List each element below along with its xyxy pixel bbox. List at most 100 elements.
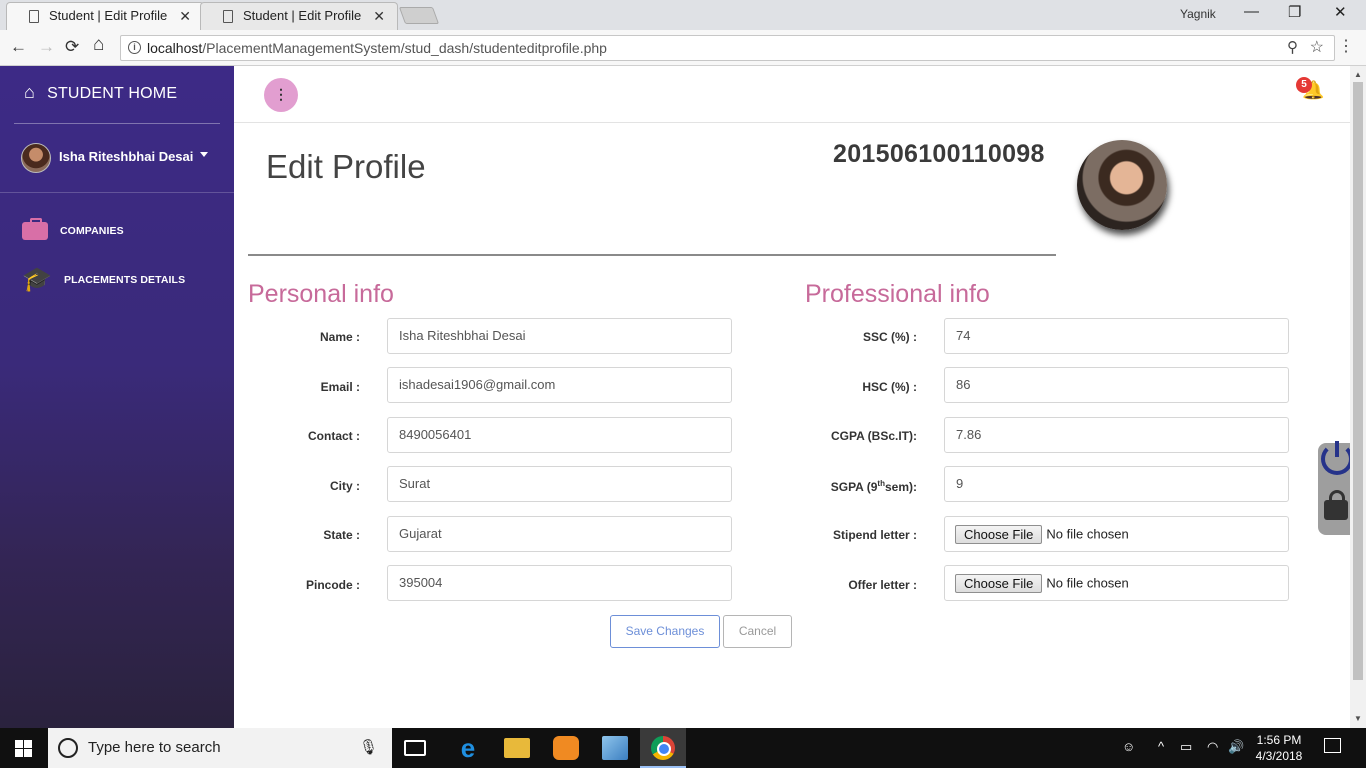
stipend-file-status: No file chosen bbox=[1046, 526, 1129, 542]
browser-tab-strip: Student | Edit Profile ✕ Student | Edit … bbox=[0, 0, 1366, 30]
clock-date: 4/3/2018 bbox=[1255, 749, 1303, 763]
tab-edit-profile-1[interactable]: Student | Edit Profile ✕ bbox=[6, 2, 204, 30]
url-host: localhost bbox=[147, 40, 203, 56]
url-bar[interactable]: i localhost/PlacementManagementSystem/st… bbox=[120, 35, 1335, 61]
chrome-icon[interactable] bbox=[651, 736, 675, 760]
sidebar: ⌂ STUDENT HOME Isha Riteshbhai Desai COMP… bbox=[0, 66, 234, 728]
enrollment-number: 201506100110098 bbox=[833, 140, 1045, 168]
info-icon[interactable]: i bbox=[128, 41, 141, 54]
windows-taskbar: Type here to search 🎙 e ☺ ^ ▭ ◠ 🔊 1:56 P… bbox=[0, 728, 1366, 768]
clock-time: 1:56 PM bbox=[1256, 733, 1302, 747]
sidebar-item-label: PLACEMENTS DETAILS bbox=[63, 273, 186, 286]
scroll-down-icon[interactable]: ▼ bbox=[1354, 714, 1362, 723]
show-hidden-icons-chevron[interactable]: ^ bbox=[1158, 739, 1164, 754]
wifi-icon[interactable]: ◠ bbox=[1207, 739, 1218, 755]
save-changes-button[interactable]: Save Changes bbox=[610, 615, 720, 648]
people-icon[interactable]: ☺ bbox=[1122, 739, 1135, 754]
system-clock[interactable]: 1:56 PM 4/3/2018 bbox=[1254, 732, 1304, 764]
back-arrow-icon[interactable]: ← bbox=[10, 37, 27, 57]
virtualbox-icon[interactable] bbox=[602, 736, 628, 760]
stipend-letter-label: Stipend letter : bbox=[832, 528, 917, 542]
scroll-up-icon[interactable]: ▲ bbox=[1354, 70, 1362, 79]
zoom-icon[interactable]: ⚲ bbox=[1287, 36, 1298, 60]
student-home-link[interactable]: ⌂ STUDENT HOME bbox=[24, 82, 177, 103]
state-label: State : bbox=[323, 528, 360, 542]
caret-down-icon[interactable] bbox=[200, 152, 208, 157]
page-title: Edit Profile bbox=[266, 148, 426, 185]
windows-start-icon[interactable] bbox=[15, 740, 32, 757]
sgpa-label-sup: th bbox=[877, 479, 885, 488]
email-field[interactable]: ishadesai1906@gmail.com bbox=[387, 367, 732, 403]
sidebar-toggle-button[interactable]: ⋮ bbox=[264, 78, 298, 112]
file-explorer-icon[interactable] bbox=[504, 738, 530, 758]
divider bbox=[248, 254, 1056, 256]
tab-close-icon[interactable]: ✕ bbox=[373, 3, 385, 29]
sgpa-label-post: sem): bbox=[884, 480, 917, 494]
contact-label: Contact : bbox=[308, 429, 360, 443]
tab-close-icon[interactable]: ✕ bbox=[179, 3, 191, 29]
sidebar-item-label: COMPANIES bbox=[60, 224, 124, 237]
task-view-icon[interactable] bbox=[404, 740, 426, 756]
edge-browser-icon[interactable]: e bbox=[455, 735, 481, 761]
offer-choose-file-button[interactable]: Choose File bbox=[955, 574, 1043, 594]
contact-field[interactable]: 8490056401 bbox=[387, 417, 732, 453]
minimize-button[interactable]: — bbox=[1244, 3, 1259, 20]
offer-letter-file-input: Choose File No file chosen bbox=[944, 565, 1289, 601]
tab-edit-profile-2[interactable]: Student | Edit Profile ✕ bbox=[200, 2, 398, 30]
stipend-choose-file-button[interactable]: Choose File bbox=[955, 525, 1043, 545]
page-scrollbar[interactable]: ▲ ▼ bbox=[1350, 66, 1366, 728]
reload-icon[interactable]: ⟳ bbox=[65, 37, 79, 57]
sidebar-item-companies[interactable]: COMPANIES bbox=[22, 218, 124, 240]
ssc-label: SSC (%) : bbox=[863, 330, 917, 344]
scroll-thumb[interactable] bbox=[1353, 82, 1363, 680]
forward-arrow-icon[interactable]: → bbox=[38, 37, 55, 57]
cancel-button[interactable]: Cancel bbox=[723, 615, 792, 648]
sidebar-item-placements[interactable]: 🎓 PLACEMENTS DETAILS bbox=[22, 268, 186, 292]
browser-menu-icon[interactable]: ⋮ bbox=[1338, 36, 1354, 56]
tab-title: Student | Edit Profile bbox=[49, 8, 168, 23]
taskbar-search-input[interactable]: Type here to search 🎙 bbox=[48, 728, 392, 768]
pincode-field[interactable]: 395004 bbox=[387, 565, 732, 601]
divider bbox=[0, 192, 234, 193]
hsc-field[interactable]: 86 bbox=[944, 367, 1289, 403]
new-tab-button[interactable] bbox=[398, 7, 440, 24]
page-icon bbox=[223, 10, 233, 23]
lock-icon[interactable] bbox=[1324, 490, 1348, 520]
cgpa-field[interactable]: 7.86 bbox=[944, 417, 1289, 453]
close-window-button[interactable]: ✕ bbox=[1334, 3, 1347, 21]
address-toolbar: ← → ⟳ ⌂ i localhost/PlacementManagementS… bbox=[0, 30, 1366, 66]
avatar bbox=[21, 142, 51, 173]
offer-file-status: No file chosen bbox=[1046, 575, 1129, 591]
volume-icon[interactable]: 🔊 bbox=[1228, 739, 1244, 755]
state-field[interactable]: Gujarat bbox=[387, 516, 732, 552]
user-menu[interactable]: Isha Riteshbhai Desai bbox=[21, 142, 193, 173]
offer-letter-label: Offer letter : bbox=[848, 578, 917, 592]
main-content: ⋮ 🔔 5 Edit Profile 201506100110098 Perso… bbox=[234, 66, 1350, 728]
home-icon[interactable]: ⌂ bbox=[93, 34, 104, 56]
microphone-icon[interactable]: 🎙 bbox=[359, 728, 378, 768]
power-icon[interactable] bbox=[1321, 441, 1353, 475]
name-field[interactable]: Isha Riteshbhai Desai bbox=[387, 318, 732, 354]
sgpa-field[interactable]: 9 bbox=[944, 466, 1289, 502]
briefcase-icon bbox=[22, 218, 48, 240]
tab-title: Student | Edit Profile bbox=[243, 8, 362, 23]
email-label: Email : bbox=[320, 380, 360, 394]
taskbar-search-placeholder: Type here to search bbox=[88, 739, 221, 756]
city-label: City : bbox=[330, 479, 360, 493]
battery-icon[interactable]: ▭ bbox=[1180, 739, 1192, 755]
bookmark-star-icon[interactable]: ☆ bbox=[1310, 36, 1324, 60]
hsc-label: HSC (%) : bbox=[862, 380, 917, 394]
professional-info-heading: Professional info bbox=[805, 280, 990, 308]
sgpa-label-pre: SGPA (9 bbox=[830, 480, 878, 494]
action-center-icon[interactable] bbox=[1324, 738, 1341, 753]
student-home-label: STUDENT HOME bbox=[47, 85, 178, 102]
city-field[interactable]: Surat bbox=[387, 466, 732, 502]
home-icon: ⌂ bbox=[24, 82, 36, 102]
divider bbox=[14, 123, 220, 124]
uc-browser-icon[interactable] bbox=[553, 736, 579, 760]
cortana-icon bbox=[58, 738, 78, 758]
url-path: /PlacementManagementSystem/stud_dash/stu… bbox=[202, 40, 607, 56]
ssc-field[interactable]: 74 bbox=[944, 318, 1289, 354]
restore-button[interactable]: ❐ bbox=[1288, 3, 1301, 21]
pincode-label: Pincode : bbox=[305, 578, 360, 592]
